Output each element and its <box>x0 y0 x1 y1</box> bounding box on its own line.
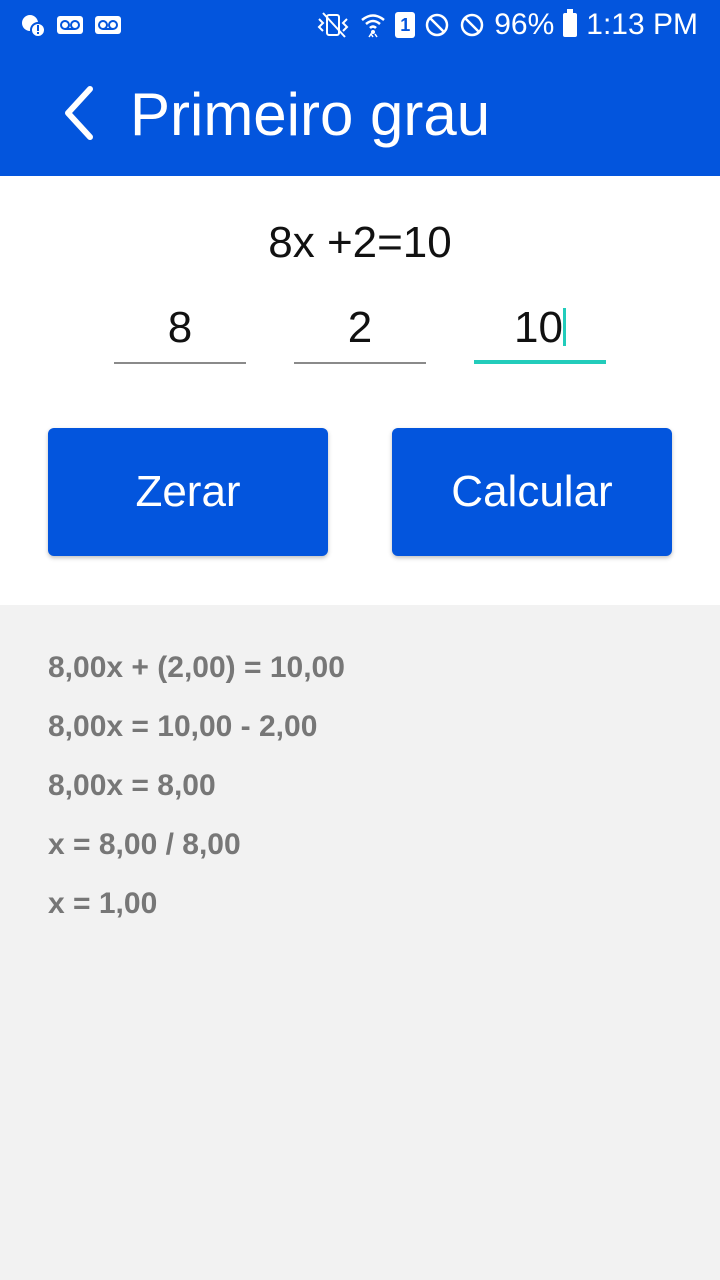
voicemail-icon <box>94 15 122 35</box>
blocked-icon <box>424 12 450 38</box>
vibrate-icon <box>315 11 351 39</box>
coefficient-a-value: 8 <box>167 303 193 352</box>
text-cursor <box>562 308 566 346</box>
clock: 1:13 PM <box>586 8 698 41</box>
page-title: Primeiro grau <box>130 81 491 148</box>
result-c-input[interactable]: 10 <box>474 300 606 364</box>
result-c-value: 10 <box>514 303 563 352</box>
toolbar: Primeiro grau <box>0 50 720 176</box>
equation-preview: 8x +2=10 <box>268 218 452 267</box>
reset-button[interactable]: Zerar <box>48 428 328 556</box>
calculate-button[interactable]: Calcular <box>392 428 672 556</box>
voicemail-icon <box>56 15 84 35</box>
coefficient-b-value: 2 <box>347 303 373 352</box>
sim-icon: 1 <box>395 12 416 38</box>
battery-icon <box>563 9 578 37</box>
solution-step: 8,00x + (2,00) = 10,00 <box>48 651 345 684</box>
solution-step: x = 8,00 / 8,00 <box>48 828 241 861</box>
solution-step: 8,00x = 8,00 <box>48 769 216 802</box>
solution-step: x = 1,00 <box>48 887 158 920</box>
solution-steps: 8,00x + (2,00) = 10,00 8,00x = 10,00 - 2… <box>48 640 345 935</box>
chevron-left-icon <box>65 86 93 140</box>
wifi-icon <box>360 11 386 39</box>
notification-icon <box>20 12 46 38</box>
battery-percent: 96% <box>494 8 555 41</box>
solution-step: 8,00x = 10,00 - 2,00 <box>48 710 318 743</box>
coefficient-a-input[interactable]: 8 <box>114 300 246 364</box>
input-panel: 8x +2=10 8 2 10 Zerar Calcular <box>0 176 720 605</box>
app-bar: 1 96% 1:13 PM Primeiro grau <box>0 0 720 176</box>
coefficient-b-input[interactable]: 2 <box>294 300 426 364</box>
back-button[interactable] <box>48 78 108 148</box>
blocked-icon <box>459 12 485 38</box>
status-bar: 1 96% 1:13 PM <box>0 0 720 50</box>
